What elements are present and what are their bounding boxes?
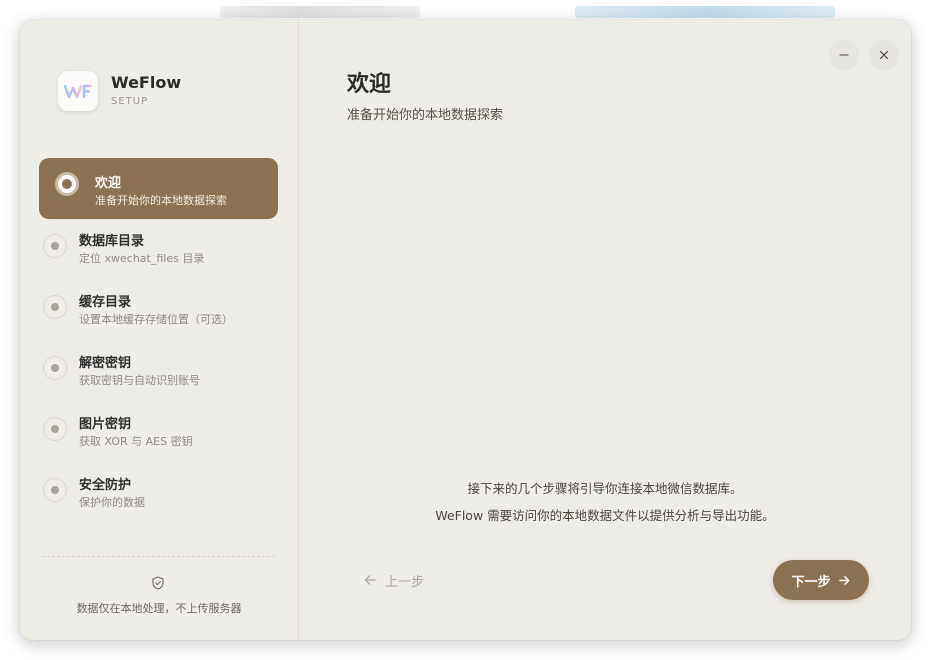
step-desc: 准备开始你的本地数据探索 xyxy=(95,194,227,207)
step-title: 欢迎 xyxy=(95,176,122,191)
setup-steps: 欢迎 准备开始你的本地数据探索 数据库目录 定位 xwechat_files 目… xyxy=(39,158,278,524)
step-desc: 获取 XOR 与 AES 密钥 xyxy=(79,435,193,448)
step-desc: 定位 xwechat_files 目录 xyxy=(79,252,205,265)
step-active-indicator-icon xyxy=(55,172,79,196)
main-panel: 欢迎 准备开始你的本地数据探索 接下来的几个步骤将引导你连接本地微信数据库。 W… xyxy=(299,20,911,640)
background-blurred-text xyxy=(220,6,420,18)
sidebar: WeFlow SETUP 欢迎 准备开始你的本地数据探索 数据库目录 定位 xw… xyxy=(20,20,299,640)
step-welcome[interactable]: 欢迎 准备开始你的本地数据探索 xyxy=(39,158,278,219)
page-title: 欢迎 xyxy=(347,72,392,97)
prev-step-button[interactable]: 上一步 xyxy=(363,569,424,591)
privacy-note: 数据仅在本地处理，不上传服务器 xyxy=(76,602,242,615)
minimize-button[interactable] xyxy=(829,40,859,70)
shield-icon xyxy=(152,576,164,590)
step-indicator-icon xyxy=(43,356,67,380)
step-desc: 设置本地缓存存储位置（可选） xyxy=(79,313,233,326)
app-name: WeFlow xyxy=(111,73,182,92)
close-button[interactable] xyxy=(869,40,899,70)
step-desc: 获取密钥与自动识别账号 xyxy=(79,374,200,387)
setup-window: WeFlow SETUP 欢迎 准备开始你的本地数据探索 数据库目录 定位 xw… xyxy=(20,20,911,640)
weflow-logo xyxy=(58,71,98,111)
step-title: 解密密钥 xyxy=(79,356,132,371)
step-cache-dir[interactable]: 缓存目录 设置本地缓存存储位置（可选） xyxy=(39,280,278,341)
prev-step-label: 上一步 xyxy=(385,574,425,590)
minimize-icon xyxy=(839,54,849,56)
step-desc: 保护你的数据 xyxy=(79,496,145,509)
step-database-dir[interactable]: 数据库目录 定位 xwechat_files 目录 xyxy=(39,219,278,280)
step-indicator-icon xyxy=(43,234,67,258)
step-decrypt-key[interactable]: 解密密钥 获取密钥与自动识别账号 xyxy=(39,341,278,402)
step-indicator-icon xyxy=(43,478,67,502)
app-subtitle: SETUP xyxy=(111,96,149,107)
step-indicator-icon xyxy=(43,295,67,319)
next-step-label: 下一步 xyxy=(791,574,831,590)
page-subtitle: 准备开始你的本地数据探索 xyxy=(347,108,504,123)
step-indicator-icon xyxy=(43,417,67,441)
close-icon xyxy=(879,50,889,60)
intro-text-line1: 接下来的几个步骤将引导你连接本地微信数据库。 xyxy=(467,481,743,496)
step-image-key[interactable]: 图片密钥 获取 XOR 与 AES 密钥 xyxy=(39,402,278,463)
step-title: 缓存目录 xyxy=(79,295,132,310)
step-title: 数据库目录 xyxy=(79,234,145,249)
background-blurred-link xyxy=(575,6,835,18)
brand: WeFlow SETUP xyxy=(58,70,181,112)
sidebar-divider xyxy=(42,556,275,557)
arrow-right-icon xyxy=(838,575,849,585)
step-security[interactable]: 安全防护 保护你的数据 xyxy=(39,463,278,524)
step-title: 安全防护 xyxy=(79,478,132,493)
weflow-logo-icon xyxy=(63,84,93,99)
next-step-button[interactable]: 下一步 xyxy=(773,560,869,600)
step-title: 图片密钥 xyxy=(79,417,132,432)
background-window-strip xyxy=(0,0,931,22)
intro-text-line2: WeFlow 需要访问你的本地数据文件以提供分析与导出功能。 xyxy=(435,508,775,523)
arrow-left-icon xyxy=(364,575,376,585)
